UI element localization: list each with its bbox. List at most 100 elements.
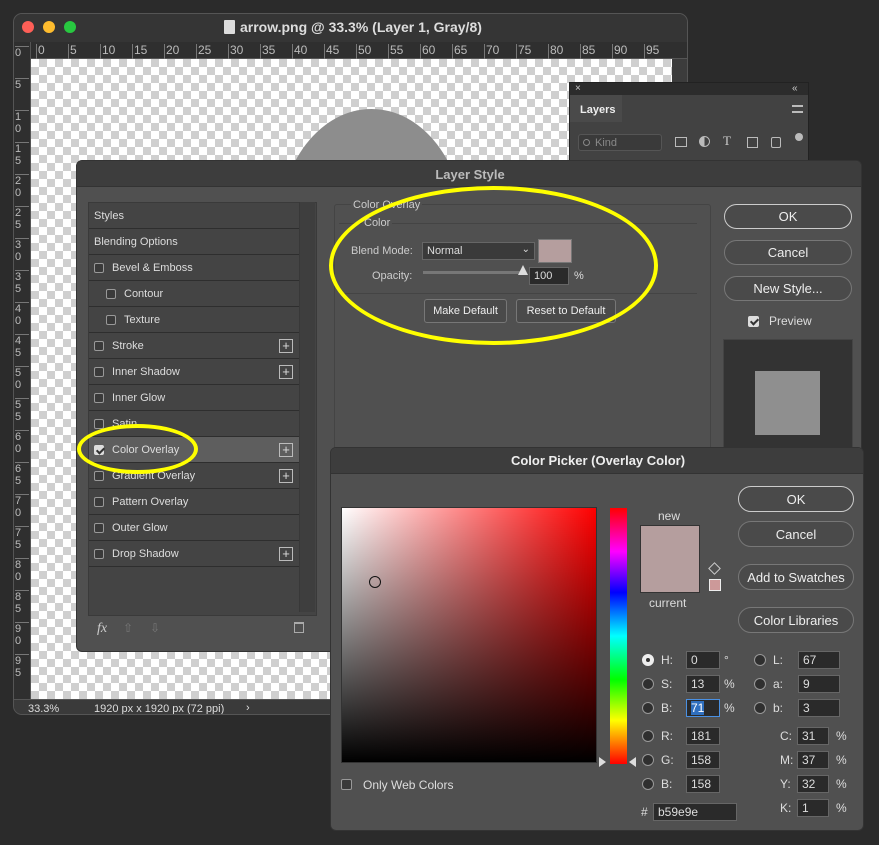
color-field-marker[interactable] xyxy=(369,576,381,588)
hsb-radio[interactable] xyxy=(642,654,654,666)
style-checkbox[interactable] xyxy=(94,366,104,377)
style-item-stroke[interactable]: Stroke + xyxy=(89,333,299,359)
add-style-icon[interactable]: + xyxy=(279,442,293,457)
style-item-inner-glow[interactable]: Inner Glow xyxy=(89,385,299,411)
style-item-pattern-overlay[interactable]: Pattern Overlay xyxy=(89,489,299,515)
cmyk-input[interactable]: 37 xyxy=(797,751,829,769)
type-filter-icon[interactable]: T xyxy=(723,133,731,149)
move-down-icon[interactable]: ⇩ xyxy=(150,621,160,635)
kind-filter[interactable]: Kind xyxy=(578,134,662,151)
style-checkbox[interactable] xyxy=(94,262,104,273)
fx-icon[interactable]: fx xyxy=(97,621,107,637)
hue-slider[interactable] xyxy=(610,508,627,764)
hex-input[interactable]: b59e9e xyxy=(653,803,737,821)
style-item-bevel-emboss[interactable]: Bevel & Emboss xyxy=(89,255,299,281)
cmyk-input[interactable]: 1 xyxy=(797,799,829,817)
cmyk-unit: % xyxy=(836,801,847,815)
filter-toggle-icon[interactable] xyxy=(795,133,803,141)
hsb-input[interactable]: 71 xyxy=(686,699,720,717)
style-item-texture[interactable]: Texture xyxy=(89,307,299,333)
zoom-level[interactable]: 33.3% xyxy=(28,703,59,714)
hsb-b-selected-text: 71 xyxy=(691,701,705,715)
rgb-radio[interactable] xyxy=(642,778,654,790)
ruler-left-tick: 8 0 xyxy=(15,558,29,583)
style-checkbox[interactable] xyxy=(94,522,104,533)
cancel-button[interactable]: Cancel xyxy=(724,240,852,265)
styles-list: Styles Blending Options Bevel & Emboss Cont… xyxy=(88,202,317,616)
style-checkbox[interactable] xyxy=(94,392,104,403)
style-checkbox[interactable] xyxy=(106,288,116,299)
hsb-input[interactable]: 0 xyxy=(686,651,720,669)
web-safe-swatch[interactable] xyxy=(709,579,721,591)
new-style-button[interactable]: New Style... xyxy=(724,276,852,301)
style-item-blending-options[interactable]: Blending Options xyxy=(89,229,299,255)
style-item-drop-shadow[interactable]: Drop Shadow + xyxy=(89,541,299,567)
hsb-input[interactable]: 13 xyxy=(686,675,720,693)
image-filter-icon[interactable] xyxy=(675,137,687,147)
rgb-radio[interactable] xyxy=(642,754,654,766)
ruler-left-tick: 9 0 xyxy=(15,622,29,647)
style-item-label: Texture xyxy=(124,313,161,326)
lab-input[interactable]: 67 xyxy=(798,651,840,669)
shape-filter-icon[interactable] xyxy=(747,137,758,148)
lab-input[interactable]: 9 xyxy=(798,675,840,693)
chevron-right-icon[interactable]: › xyxy=(246,702,250,714)
panel-menu-icon[interactable] xyxy=(792,105,803,113)
lab-radio[interactable] xyxy=(754,702,766,714)
ruler-top-tick: 90 xyxy=(612,43,628,59)
rgb-radio[interactable] xyxy=(642,730,654,742)
add-to-swatches-button[interactable]: Add to Swatches xyxy=(738,564,854,590)
collapse-icon[interactable]: « xyxy=(792,83,798,95)
picker-cancel-button[interactable]: Cancel xyxy=(738,521,854,547)
style-item-label: Blending Options xyxy=(94,235,178,248)
hsb-radio[interactable] xyxy=(642,678,654,690)
only-web-colors-checkbox[interactable] xyxy=(341,779,352,790)
style-item-inner-shadow[interactable]: Inner Shadow + xyxy=(89,359,299,385)
close-icon[interactable]: × xyxy=(575,83,581,95)
color-libraries-button[interactable]: Color Libraries xyxy=(738,607,854,633)
trash-icon[interactable] xyxy=(294,622,304,633)
style-checkbox[interactable] xyxy=(94,418,104,429)
hue-slider-right-arrow[interactable] xyxy=(629,757,636,767)
color-field[interactable] xyxy=(341,507,597,763)
add-style-icon[interactable]: + xyxy=(279,364,293,379)
style-checkbox[interactable] xyxy=(94,496,104,507)
cmyk-input[interactable]: 32 xyxy=(797,775,829,793)
adjustment-filter-icon[interactable] xyxy=(699,136,710,147)
ok-button[interactable]: OK xyxy=(724,204,852,229)
style-item-label: Inner Glow xyxy=(112,391,166,404)
style-item-contour[interactable]: Contour xyxy=(89,281,299,307)
add-style-icon[interactable]: + xyxy=(279,546,293,561)
rgb-input[interactable]: 158 xyxy=(686,775,720,793)
close-button[interactable] xyxy=(22,21,34,33)
rgb-input[interactable]: 158 xyxy=(686,751,720,769)
cmyk-input[interactable]: 31 xyxy=(797,727,829,745)
ruler-top-tick: 65 xyxy=(452,43,468,59)
style-checkbox[interactable] xyxy=(106,314,116,325)
hue-slider-left-arrow[interactable] xyxy=(599,757,606,767)
style-checkbox[interactable] xyxy=(94,548,104,559)
lab-label: b: xyxy=(773,701,784,715)
preview-checkbox[interactable] xyxy=(748,316,759,327)
ruler-left-tick: 1 5 xyxy=(15,142,29,167)
style-item-styles[interactable]: Styles xyxy=(89,203,299,229)
style-item-outer-glow[interactable]: Outer Glow xyxy=(89,515,299,541)
style-checkbox[interactable] xyxy=(94,470,104,481)
zoom-button[interactable] xyxy=(64,21,76,33)
hsb-radio[interactable] xyxy=(642,702,654,714)
ruler-top-tick: 0 xyxy=(36,43,45,59)
tab-layers[interactable]: Layers xyxy=(570,95,622,122)
add-style-icon[interactable]: + xyxy=(279,468,293,483)
styles-list-scrollbar[interactable] xyxy=(299,202,315,612)
move-up-icon[interactable]: ⇧ xyxy=(123,621,133,635)
lab-radio[interactable] xyxy=(754,678,766,690)
minimize-button[interactable] xyxy=(43,21,55,33)
smart-object-filter-icon[interactable] xyxy=(771,137,781,148)
style-checkbox[interactable] xyxy=(94,340,104,351)
lab-radio[interactable] xyxy=(754,654,766,666)
lab-input[interactable]: 3 xyxy=(798,699,840,717)
add-style-icon[interactable]: + xyxy=(279,338,293,353)
ruler-top-tick: 55 xyxy=(388,43,404,59)
picker-ok-button[interactable]: OK xyxy=(738,486,854,512)
rgb-input[interactable]: 181 xyxy=(686,727,720,745)
